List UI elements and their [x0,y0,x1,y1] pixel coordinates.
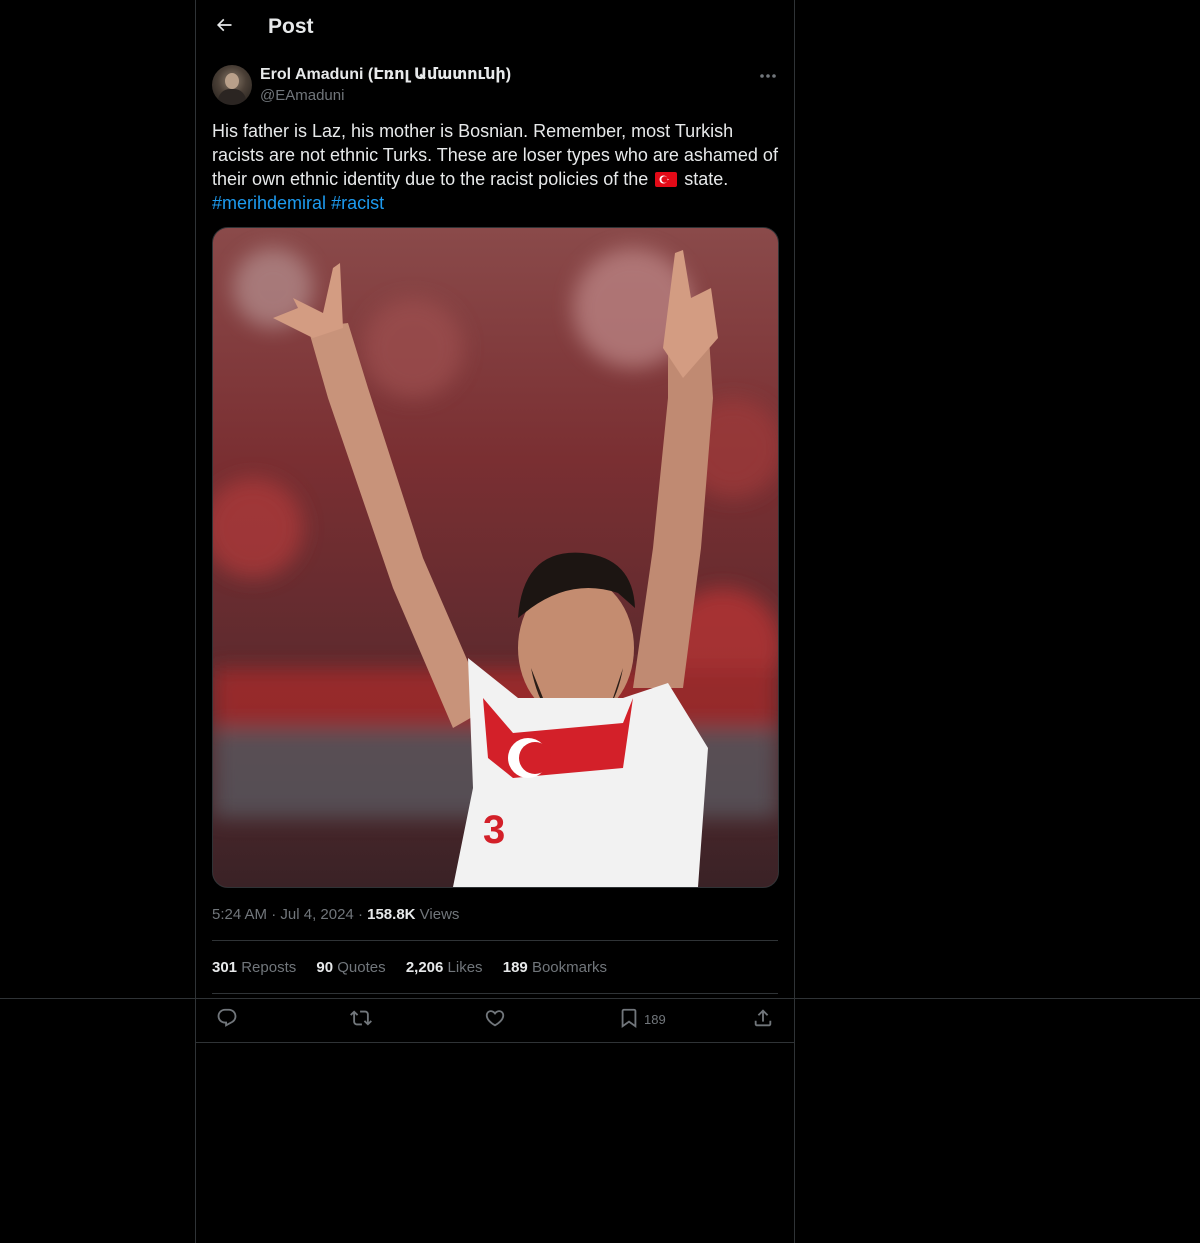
post-media-image[interactable]: 3 [212,227,779,888]
likes-label: Likes [447,959,483,976]
post-date[interactable]: Jul 4, 2024 [280,906,353,923]
post-stats: 301 Reposts 90 Quotes 2,206 Likes 189 Bo… [212,958,623,978]
svg-text:3: 3 [483,808,505,852]
views-label: Views [419,906,460,923]
views-count: 158.8K [367,906,416,923]
arrow-left-icon [214,15,234,40]
bookmarks-stat[interactable]: 189 Bookmarks [503,958,607,978]
divider [212,940,778,941]
bookmarks-count: 189 [502,959,528,976]
hashtag-link[interactable]: #racist [331,193,384,213]
post-text: His father is Laz, his mother is Bosnian… [212,119,782,215]
reposts-count: 301 [212,959,238,976]
bookmark-count: 189 [644,1011,666,1027]
more-options-button[interactable] [756,64,780,86]
turkey-flag-icon [655,172,678,187]
post-meta: 5:24 AM · Jul 4, 2024 · 158.8K Views [212,905,459,925]
post-header: Post [196,0,794,54]
back-button[interactable] [208,11,240,43]
repost-button[interactable] [350,1004,372,1034]
likes-count: 2,206 [405,959,444,976]
separator: · [271,906,277,923]
divider [196,1042,794,1043]
avatar[interactable] [212,65,252,105]
author-display-name[interactable]: Erol Amaduni (Էռոլ Ամատունի) [260,64,511,85]
repost-icon [350,1007,372,1032]
reply-icon [216,1007,238,1032]
like-button[interactable] [484,1004,506,1034]
quotes-count: 90 [316,959,334,976]
quotes-stat[interactable]: 90 Quotes [316,958,385,978]
author-handle[interactable]: @EAmaduni [260,86,344,106]
reposts-stat[interactable]: 301 Reposts [212,958,296,978]
reposts-label: Reposts [241,959,297,976]
quotes-label: Quotes [337,959,386,976]
bookmarks-label: Bookmarks [531,959,607,976]
page-title: Post [268,15,314,38]
likes-stat[interactable]: 2,206 Likes [406,958,483,978]
share-icon [752,1007,774,1032]
more-horizontal-icon [759,66,777,84]
reply-button[interactable] [216,1004,238,1034]
post-time[interactable]: 5:24 AM [212,906,267,923]
post-column: Post Erol Amaduni (Էռոլ Ամատունի) @EAmad… [195,0,795,1243]
share-button[interactable] [752,1004,774,1034]
hashtag-link[interactable]: #merihdemiral [212,193,326,213]
bookmark-button[interactable]: 189 [618,1004,666,1034]
heart-icon [484,1007,506,1032]
separator: · [357,906,363,923]
post-text-end: state. [684,169,729,189]
post-actions: 189 [196,1004,794,1034]
divider [212,993,778,994]
bookmark-icon [618,1007,640,1032]
